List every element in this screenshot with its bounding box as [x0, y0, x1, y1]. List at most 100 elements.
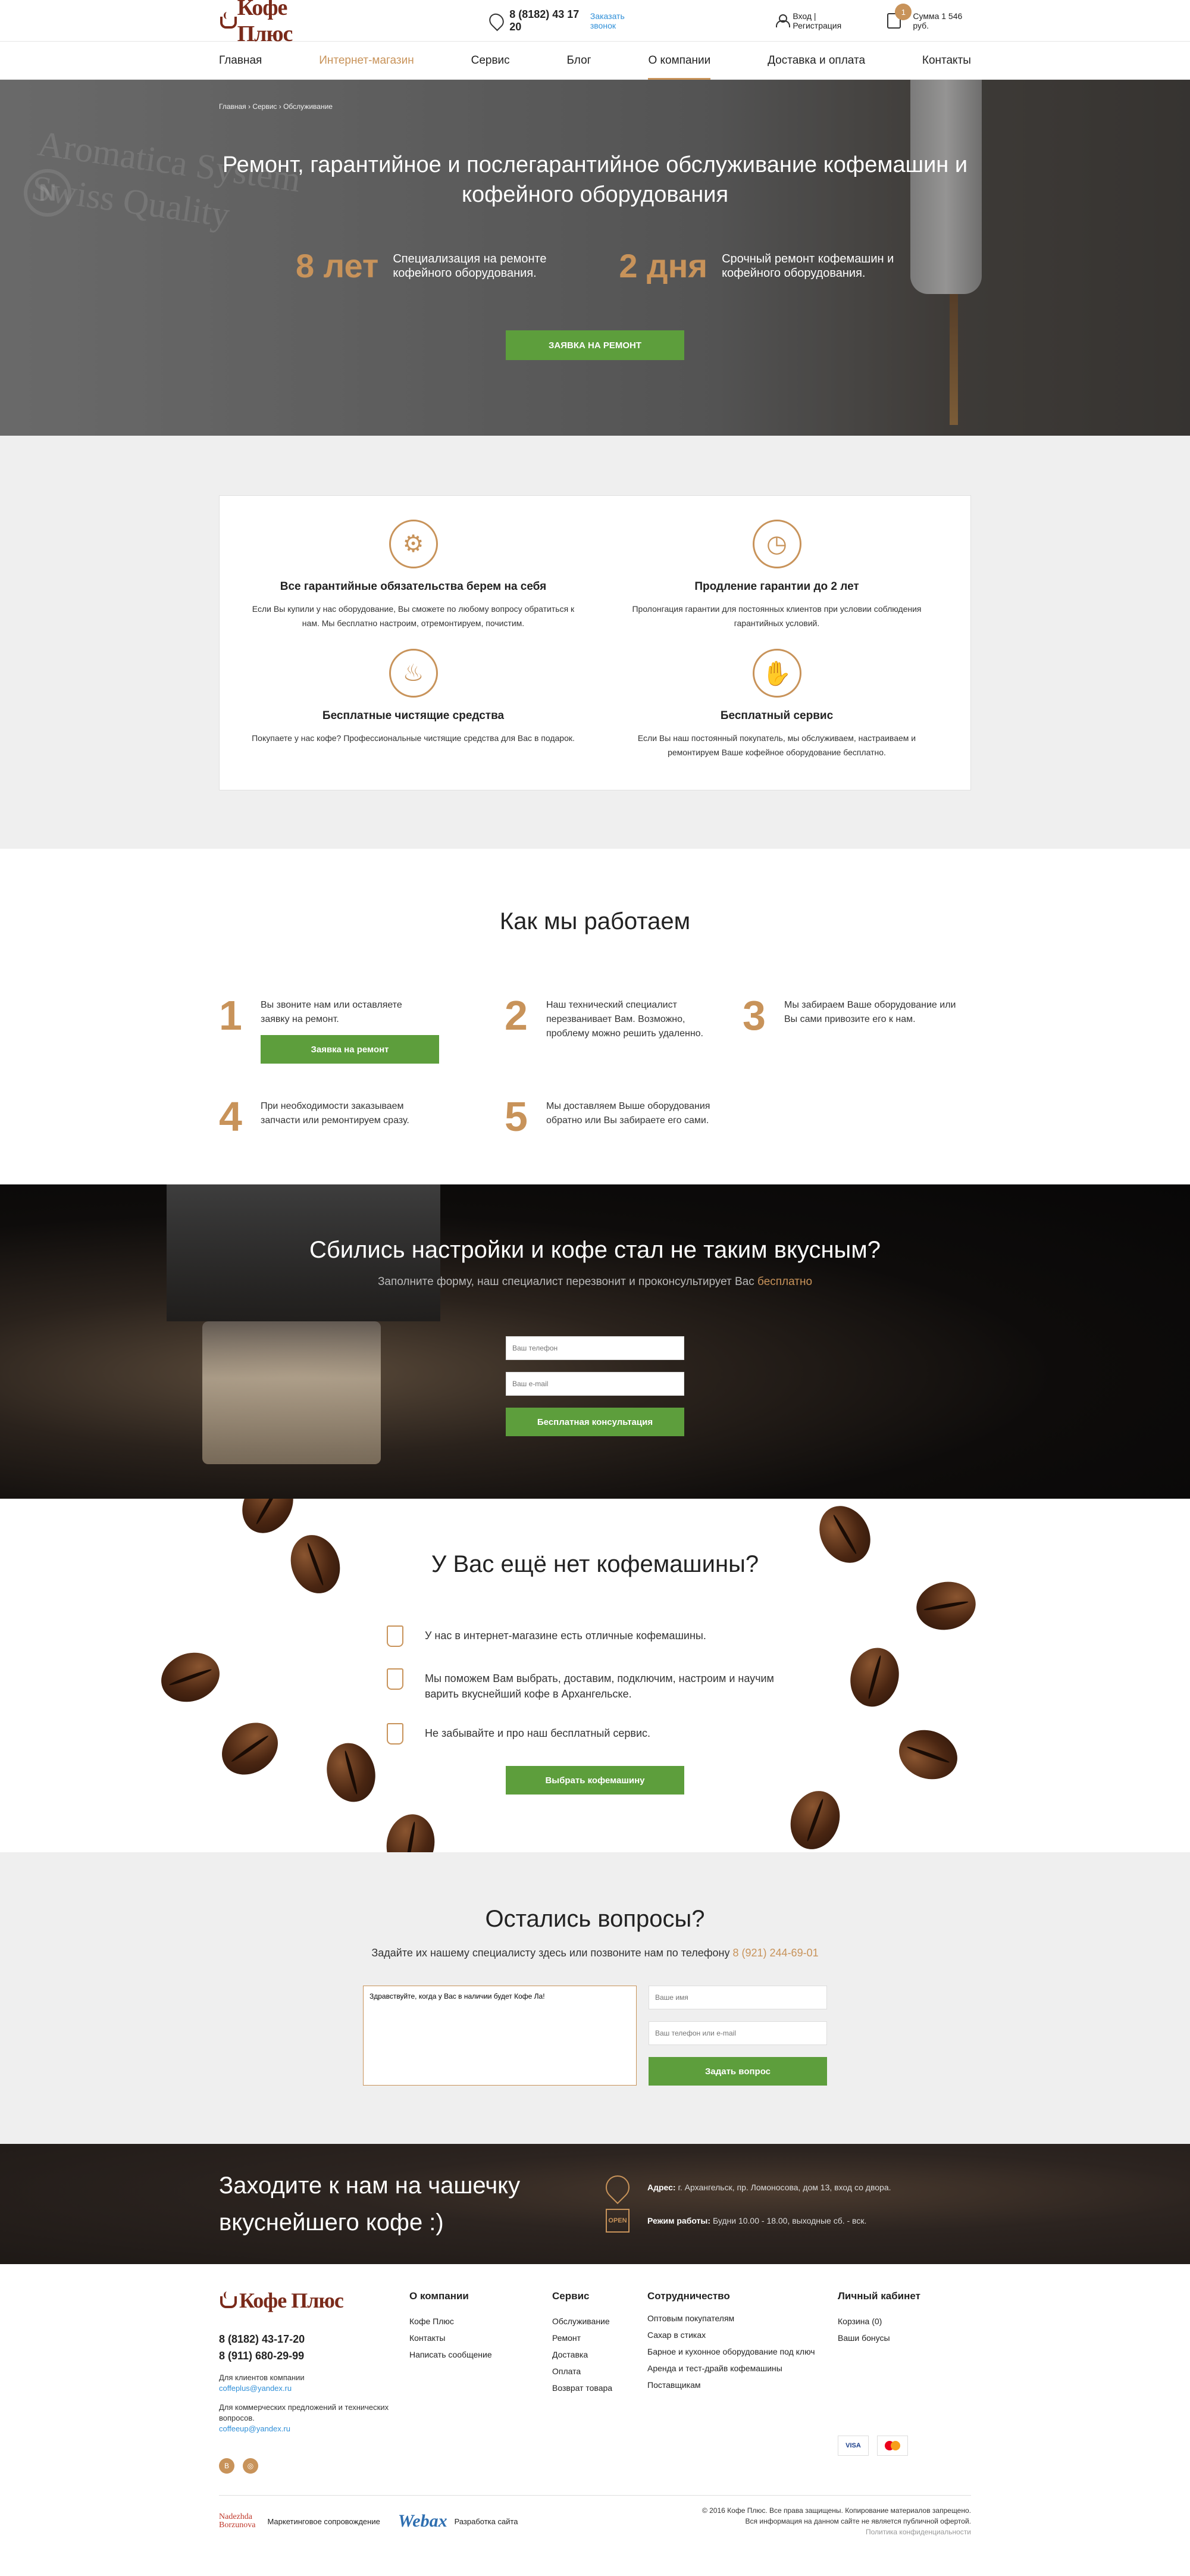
step-text: Мы доставляем Выше оборудования обратно … [546, 1101, 710, 1126]
visit-section: Заходите к нам на чашечку вкуснейшего ко… [0, 2144, 1190, 2264]
marketing-text: Маркетинговое сопровождение [267, 2516, 380, 2526]
footer-link[interactable]: Оптовым покупателям [647, 2313, 838, 2324]
consult-title: Сбились настройки и кофе стал не таким в… [309, 1237, 881, 1263]
address-row: Адрес: г. Архангельск, пр. Ломоносова, д… [600, 2170, 891, 2205]
step-text: Наш технический специалист перезванивает… [546, 1000, 703, 1039]
nav-delivery[interactable]: Доставка и оплата [768, 42, 865, 80]
step-repair-button[interactable]: Заявка на ремонт [261, 1035, 439, 1064]
footer-link[interactable]: Поставщикам [647, 2380, 838, 2390]
benefit-text: Если Вы купили у нас оборудование, Вы см… [252, 604, 575, 628]
list-item: У нас в интернет-магазине есть отличные … [387, 1625, 779, 1647]
free-consultation-button[interactable]: Бесплатная консультация [506, 1408, 684, 1436]
consult-email-input[interactable] [506, 1372, 684, 1396]
footer-email-commercial[interactable]: coffeeup@yandex.ru [219, 2424, 409, 2434]
breadcrumb[interactable]: Главная › Сервис › Обслуживание [219, 80, 971, 111]
benefit-text: Покупаете у нас кофе? Профессиональные ч… [252, 733, 575, 743]
nav-contacts[interactable]: Контакты [922, 42, 971, 80]
questions-section: Остались вопросы? Задайте их нашему спец… [0, 1852, 1190, 2144]
step-text: При необходимости заказываем запчасти ил… [261, 1101, 409, 1126]
step-text: Мы забираем Ваше оборудование или Вы сам… [784, 1000, 956, 1024]
step-3: 3 Мы забираем Ваше оборудование или Вы с… [743, 995, 963, 1036]
nb-logo[interactable]: Nadezhda Borzunova [219, 2513, 255, 2530]
nav-shop[interactable]: Интернет-магазин [319, 42, 414, 80]
cart-icon[interactable]: 1 [887, 4, 912, 29]
footer-link[interactable]: Обслуживание [552, 2313, 647, 2330]
footer-link[interactable]: Барное и кухонное оборудование под ключ [647, 2346, 838, 2357]
questions-title: Остались вопросы? [485, 1906, 705, 1932]
nav-about[interactable]: О компании [648, 42, 710, 80]
footer-note-clients: Для клиентов компании coffeplus@yandex.ru [219, 2372, 409, 2394]
logo[interactable]: Кофе Плюс [219, 0, 334, 47]
handshake-icon: ✋ [752, 649, 801, 698]
footer-phones: 8 (8182) 43-17-20 8 (911) 680-29-99 [219, 2333, 305, 2362]
dev-text: Разработка сайта [454, 2516, 518, 2526]
questions-phone[interactable]: 8 (921) 244-69-01 [733, 1947, 819, 1959]
nav-home[interactable]: Главная [219, 42, 262, 80]
coffee-cup-icon [219, 12, 237, 30]
visa-icon: VISA [838, 2436, 869, 2456]
open-sign-icon: OPEN [606, 2209, 630, 2233]
footer-link[interactable]: Кофе Плюс [409, 2313, 552, 2330]
coffee-bean-image [154, 1645, 227, 1710]
footer-link[interactable]: Написать сообщение [409, 2346, 552, 2363]
footer-link[interactable]: Контакты [409, 2330, 552, 2346]
stat-days-value: 2 дня [619, 247, 708, 285]
footer-email-clients[interactable]: coffeplus@yandex.ru [219, 2383, 409, 2394]
callback-link[interactable]: Заказать звонок [590, 11, 644, 30]
question-name-input[interactable] [649, 1986, 827, 2009]
privacy-policy-link[interactable]: Политика конфиденциальности [702, 2527, 971, 2537]
benefit-title: Бесплатные чистящие средства [322, 709, 505, 722]
step-text: Вы звоните нам или оставляете заявку на … [261, 1000, 402, 1024]
instagram-icon[interactable]: ◎ [243, 2458, 258, 2474]
footer-link[interactable]: Аренда и тест-драйв кофемашины [647, 2363, 838, 2374]
coffee-bean-image [912, 1577, 980, 1635]
how-title: Как мы работаем [499, 908, 691, 934]
footer-note-commercial: Для коммерческих предложений и техническ… [219, 2402, 409, 2434]
cart-count-badge: 1 [895, 4, 912, 20]
step-1: 1 Вы звоните нам или оставляете заявку н… [219, 995, 439, 1064]
coffee-bean-image [892, 1722, 964, 1787]
choose-machine-button[interactable]: Выбрать кофемашину [506, 1766, 684, 1795]
footer-link[interactable]: Оплата [552, 2363, 647, 2380]
benefit-cleaning: ♨ Бесплатные чистящие средства Покупаете… [231, 643, 595, 772]
repair-request-button[interactable]: Заявка на ремонт [506, 330, 684, 360]
consultation-section: Сбились настройки и кофе стал не таким в… [0, 1184, 1190, 1499]
nav-service[interactable]: Сервис [471, 42, 510, 80]
benefit-free-service: ✋ Бесплатный сервис Если Вы наш постоянн… [595, 643, 959, 772]
consult-subtitle: Заполните форму, наш специалист перезвон… [377, 1276, 813, 1288]
footer-bottom: Nadezhda Borzunova Маркетинговое сопровож… [219, 2495, 971, 2537]
copyright: © 2016 Кофе Плюс. Все права защищены. Ко… [702, 2506, 971, 2537]
coffee-cup-icon [219, 2291, 237, 2309]
step-2: 2 Наш технический специалист перезванива… [505, 995, 725, 1041]
ask-question-button[interactable]: Задать вопрос [649, 2057, 827, 2086]
cart-block[interactable]: 1 Сумма 1 546 руб. [887, 4, 971, 30]
vk-icon[interactable]: В [219, 2458, 234, 2474]
coffee-bean-image [381, 1810, 440, 1852]
no-machine-section: У Вас ещё нет кофемашины? У нас в интерн… [0, 1499, 1190, 1852]
step-number: 1 [219, 992, 242, 1039]
question-message-input[interactable]: Здравствуйте, когда у Вас в наличии буде… [363, 1986, 637, 2086]
login-link[interactable]: Вход | Регистрация [793, 11, 857, 30]
steps: 1 Вы звоните нам или оставляете заявку н… [219, 995, 971, 1161]
consult-phone-input[interactable] [506, 1336, 684, 1360]
list-item: Не забывайте и про наш бесплатный сервис… [387, 1723, 779, 1745]
hero-title: Ремонт, гарантийное и послегарантийное о… [222, 152, 968, 207]
footer-col-company: О компании Кофе Плюс Контакты Написать с… [409, 2288, 552, 2474]
mastercard-icon [877, 2436, 908, 2456]
step-number: 4 [219, 1093, 242, 1140]
question-contact-input[interactable] [649, 2021, 827, 2045]
stat-days-text: Срочный ремонт кофемашин и кофейного обо… [722, 252, 894, 280]
footer-bonus-link[interactable]: Ваши бонусы [838, 2330, 957, 2346]
footer-link[interactable]: Доставка [552, 2346, 647, 2363]
footer-cart-link[interactable]: Корзина (0) [838, 2313, 957, 2330]
login-block[interactable]: Вход | Регистрация [775, 11, 857, 30]
footer-link[interactable]: Возврат товара [552, 2380, 647, 2396]
footer-link[interactable]: Ремонт [552, 2330, 647, 2346]
benefit-extension: ◷ Продление гарантии до 2 лет Пролонгаци… [595, 514, 959, 643]
header-phone[interactable]: 8 (8182) 43 17 20 [509, 8, 583, 33]
footer-logo[interactable]: Кофе Плюс [219, 2288, 409, 2313]
footer: Кофе Плюс 8 (8182) 43-17-20 8 (911) 680-2… [0, 2264, 1190, 2549]
footer-link[interactable]: Сахар в стиках [647, 2330, 838, 2340]
nav-blog[interactable]: Блог [567, 42, 591, 80]
webax-logo[interactable]: Webax [398, 2511, 447, 2531]
